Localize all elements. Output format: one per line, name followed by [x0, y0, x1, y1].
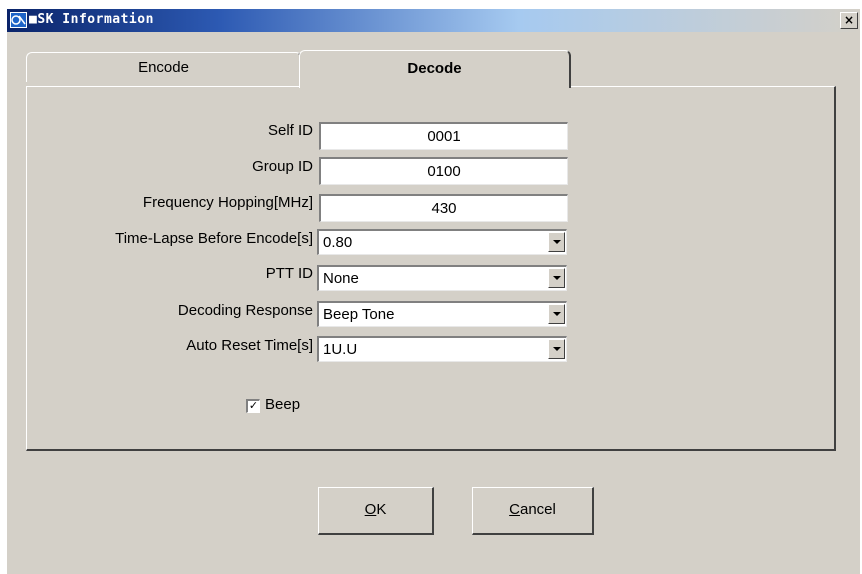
auto-reset-time-label: Auto Reset Time[s] — [186, 337, 313, 354]
decoding-response-value: Beep Tone — [323, 306, 395, 323]
app-icon — [10, 12, 27, 28]
ptt-id-label: PTT ID — [265, 265, 313, 282]
frequency-hopping-label: Frequency Hopping[MHz] — [142, 194, 313, 211]
self-id-input[interactable]: 0001 — [319, 122, 568, 150]
window-title: ■SK Information — [29, 12, 154, 27]
tab-decode-label: Decode — [407, 60, 462, 77]
auto-reset-time-value: 1U.U — [323, 341, 358, 358]
chevron-down-icon[interactable] — [548, 232, 565, 252]
chevron-down-icon[interactable] — [548, 268, 565, 288]
title-bar[interactable]: ■SK Information × — [7, 9, 860, 32]
cancel-button[interactable]: Cancel — [472, 487, 594, 535]
ok-accel: O — [364, 501, 377, 518]
close-button[interactable]: × — [840, 12, 858, 29]
tab-encode-label: Encode — [138, 59, 189, 76]
self-id-label: Self ID — [267, 122, 313, 139]
tab-decode[interactable]: Decode — [299, 50, 571, 88]
time-lapse-label: Time-Lapse Before Encode[s] — [115, 230, 313, 247]
tab-encode[interactable]: Encode — [26, 52, 302, 82]
ok-label-rest: K — [376, 501, 387, 518]
chevron-down-icon[interactable] — [548, 339, 565, 359]
ptt-id-value: None — [323, 270, 359, 287]
group-id-label: Group ID — [252, 158, 313, 175]
ok-button[interactable]: OK — [318, 487, 434, 535]
cancel-label-rest: ancel — [519, 501, 556, 518]
chevron-down-icon[interactable] — [548, 304, 565, 324]
close-icon: × — [843, 13, 855, 27]
time-lapse-select[interactable]: 0.80 — [317, 229, 567, 255]
beep-label[interactable]: Beep — [265, 396, 300, 413]
decoding-response-select[interactable]: Beep Tone — [317, 301, 567, 327]
group-id-input[interactable]: 0100 — [319, 157, 568, 185]
auto-reset-time-select[interactable]: 1U.U — [317, 336, 567, 362]
beep-checkbox[interactable]: ✓ — [246, 399, 260, 413]
decoding-response-label: Decoding Response — [177, 302, 313, 319]
frequency-hopping-input[interactable]: 430 — [319, 194, 568, 222]
cancel-accel: C — [509, 501, 520, 518]
time-lapse-value: 0.80 — [323, 234, 353, 251]
ptt-id-select[interactable]: None — [317, 265, 567, 291]
